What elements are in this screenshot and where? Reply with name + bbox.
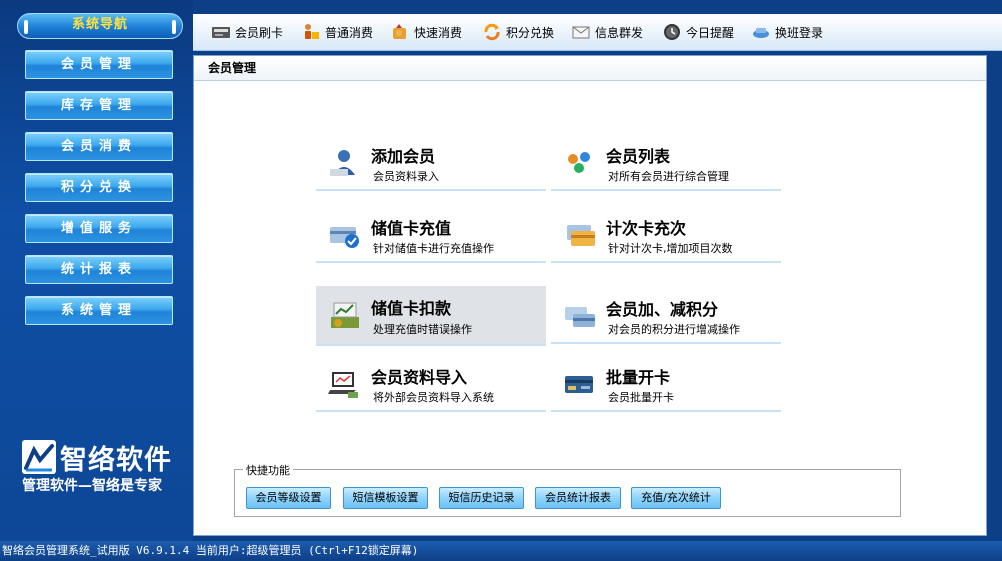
sidebar-item-points-exchange[interactable]: 积分兑换 bbox=[25, 173, 173, 202]
toolbar-mass-message-button[interactable]: 信息群发 bbox=[571, 21, 643, 43]
sms-template-settings-button[interactable]: 短信模板设置 bbox=[343, 487, 428, 509]
card-subtitle: 针对储值卡进行充值操作 bbox=[373, 242, 494, 255]
card-subtitle: 会员资料录入 bbox=[373, 170, 439, 183]
header-cap-right bbox=[172, 20, 176, 34]
card-member-list[interactable]: 会员列表 对所有会员进行综合管理 bbox=[551, 133, 781, 191]
brand-slogan: 管理软件—智络是专家 bbox=[22, 478, 162, 494]
card-subtitle: 针对计次卡,增加项目次数 bbox=[608, 242, 733, 255]
toolbar-today-reminder-button[interactable]: 今日提醒 bbox=[662, 21, 734, 43]
sidebar-item-value-added-services[interactable]: 增值服务 bbox=[25, 214, 173, 243]
card-title: 会员资料导入 bbox=[371, 368, 468, 387]
sidebar-header-label: 系统导航 bbox=[71, 17, 128, 32]
exchange-icon bbox=[482, 22, 502, 42]
card-subtitle: 处理充值时错误操作 bbox=[373, 323, 472, 336]
shopping-person-icon bbox=[301, 22, 321, 42]
sidebar-item-member-management[interactable]: 会员管理 bbox=[25, 50, 173, 79]
sidebar-item-system-management[interactable]: 系统管理 bbox=[25, 296, 173, 325]
card-reader-icon bbox=[211, 22, 231, 42]
card-member-data-import[interactable]: 会员资料导入 将外部会员资料导入系统 bbox=[316, 354, 546, 412]
card-subtitle: 对会员的积分进行增减操作 bbox=[608, 323, 740, 336]
sidebar-header: 系统导航 bbox=[17, 13, 183, 39]
recharge-statistics-button[interactable]: 充值/充次统计 bbox=[631, 487, 721, 509]
card-count-card-recharge[interactable]: 计次卡充次 针对计次卡,增加项目次数 bbox=[551, 205, 781, 263]
toolbar-mass-message-label: 信息群发 bbox=[595, 25, 644, 40]
brand-name: 智络软件 bbox=[60, 445, 172, 476]
toolbar: 会员刷卡 普通消费 快速消费 积分兑换 信息群发 今日提醒 换班登录 bbox=[193, 14, 1002, 51]
card-subtitle: 对所有会员进行综合管理 bbox=[608, 170, 729, 183]
money-deduct-icon bbox=[328, 299, 362, 331]
toolbar-normal-consume-button[interactable]: 普通消费 bbox=[301, 21, 373, 43]
card-title: 储值卡扣款 bbox=[371, 299, 452, 318]
toolbar-shift-login-label: 换班登录 bbox=[775, 25, 824, 40]
import-data-icon bbox=[328, 368, 362, 400]
shift-login-icon bbox=[751, 22, 771, 42]
sidebar-item-statistics-reports[interactable]: 统计报表 bbox=[25, 255, 173, 284]
points-adjust-icon bbox=[563, 300, 597, 332]
mail-icon bbox=[571, 22, 591, 42]
card-title: 计次卡充次 bbox=[606, 219, 687, 238]
card-stored-value-recharge[interactable]: 储值卡充值 针对储值卡进行充值操作 bbox=[316, 205, 546, 263]
card-title: 添加会员 bbox=[371, 147, 436, 166]
brand: 智络软件 管理软件—智络是专家 bbox=[22, 438, 187, 498]
toolbar-normal-consume-label: 普通消费 bbox=[325, 25, 374, 40]
member-statistics-report-button[interactable]: 会员统计报表 bbox=[535, 487, 621, 509]
toolbar-points-exchange-button[interactable]: 积分兑换 bbox=[482, 21, 554, 43]
toolbar-card-swipe-label: 会员刷卡 bbox=[235, 25, 284, 40]
card-title: 储值卡充值 bbox=[371, 219, 452, 238]
card-member-points-adjust[interactable]: 会员加、减积分 对会员的积分进行增减操作 bbox=[551, 286, 781, 344]
sms-history-button[interactable]: 短信历史记录 bbox=[439, 487, 524, 509]
card-title: 会员加、减积分 bbox=[606, 300, 719, 319]
toolbar-today-reminder-label: 今日提醒 bbox=[686, 25, 735, 40]
clock-icon bbox=[662, 22, 682, 42]
toolbar-fast-consume-label: 快速消费 bbox=[414, 25, 463, 40]
add-member-icon bbox=[328, 147, 362, 179]
page-title: 会员管理 bbox=[194, 56, 986, 81]
card-batch-open-card[interactable]: 批量开卡 会员批量开卡 bbox=[551, 354, 781, 412]
count-card-recharge-icon bbox=[563, 219, 597, 251]
stored-card-recharge-icon bbox=[328, 219, 362, 251]
card-stored-value-deduct[interactable]: 储值卡扣款 处理充值时错误操作 bbox=[316, 286, 546, 346]
toolbar-shift-login-button[interactable]: 换班登录 bbox=[751, 21, 823, 43]
sidebar-item-inventory-management[interactable]: 库存管理 bbox=[25, 91, 173, 120]
card-title: 会员列表 bbox=[606, 147, 671, 166]
toolbar-fast-consume-button[interactable]: 快速消费 bbox=[390, 21, 462, 43]
quick-functions-legend: 快捷功能 bbox=[243, 462, 293, 478]
status-bar: 智络会员管理系统_试用版 V6.9.1.4 当前用户:超级管理员 (Ctrl+F… bbox=[0, 541, 1002, 561]
header-cap-left bbox=[24, 20, 28, 34]
toolbar-points-exchange-label: 积分兑换 bbox=[506, 25, 555, 40]
member-level-settings-button[interactable]: 会员等级设置 bbox=[246, 487, 331, 509]
batch-card-icon bbox=[563, 368, 597, 400]
card-subtitle: 会员批量开卡 bbox=[608, 391, 674, 404]
sidebar: 系统导航 会员管理 库存管理 会员消费 积分兑换 增值服务 统计报表 系统管理 … bbox=[0, 0, 193, 541]
card-add-member[interactable]: 添加会员 会员资料录入 bbox=[316, 133, 546, 191]
toolbar-card-swipe-button[interactable]: 会员刷卡 bbox=[211, 21, 283, 43]
brand-logo-icon bbox=[22, 440, 56, 474]
card-title: 批量开卡 bbox=[606, 368, 671, 387]
card-subtitle: 将外部会员资料导入系统 bbox=[373, 391, 494, 404]
quick-functions-group: 快捷功能 会员等级设置 短信模板设置 短信历史记录 会员统计报表 充值/充次统计 bbox=[234, 462, 901, 517]
main-panel: 会员管理 添加会员 会员资料录入 会员列表 对所有会员进行综合管理 储值卡充值 … bbox=[193, 55, 987, 536]
sidebar-item-member-consumption[interactable]: 会员消费 bbox=[25, 132, 173, 161]
member-list-icon bbox=[563, 147, 597, 179]
fast-consume-icon bbox=[390, 22, 410, 42]
